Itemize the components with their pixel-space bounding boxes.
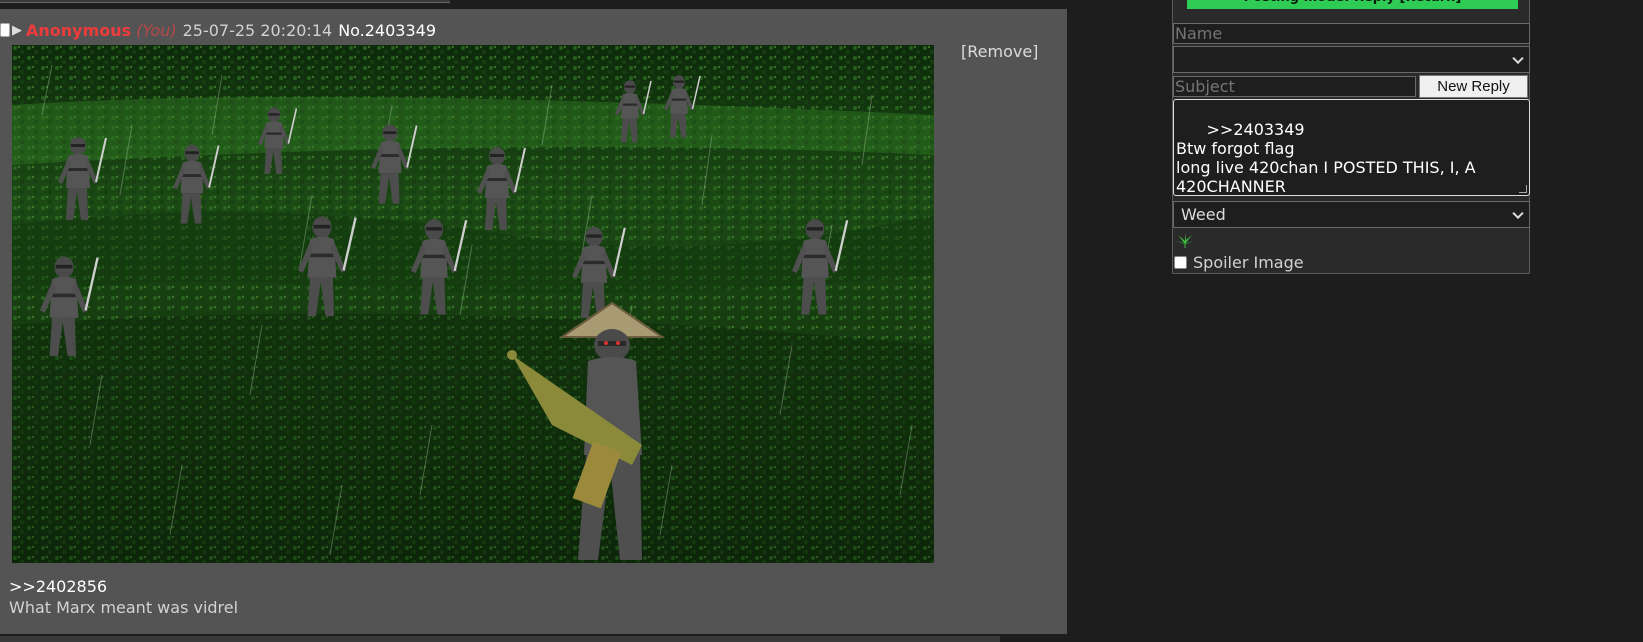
- posting-mode-banner: Posting mode: Reply [Return]: [1187, 0, 1518, 9]
- top-divider: [0, 0, 450, 3]
- spoiler-checkbox[interactable]: [1174, 255, 1187, 269]
- quick-reply-form: Posting mode: Reply [Return] New Reply >…: [1172, 0, 1530, 274]
- name-input[interactable]: [1173, 23, 1530, 44]
- post-number-link[interactable]: No.2403349: [338, 21, 436, 40]
- quote-link[interactable]: >>2402856: [9, 576, 238, 597]
- reply-post: ▶ Anonymous (You) 25-07-25 20:20:14 No.2…: [0, 9, 1067, 634]
- new-reply-button[interactable]: New Reply: [1419, 75, 1528, 98]
- post-datetime: 25-07-25 20:20:14: [182, 20, 333, 40]
- you-marker: (You): [136, 20, 177, 40]
- email-select[interactable]: [1173, 46, 1530, 73]
- flag-select[interactable]: Weed: [1173, 201, 1530, 228]
- message-textarea[interactable]: >>2403349 Btw forgot flag long live 420c…: [1173, 99, 1530, 196]
- post-body: >>2402856 What Marx meant was vidrel: [9, 576, 238, 618]
- message-text: >>2403349 Btw forgot flag long live 420c…: [1176, 120, 1476, 196]
- weed-leaf-icon: [1176, 233, 1194, 248]
- remove-button[interactable]: [Remove]: [961, 42, 1038, 61]
- thread-page: ▶ Anonymous (You) 25-07-25 20:20:14 No.2…: [0, 0, 1643, 642]
- poster-name: Anonymous: [26, 20, 132, 40]
- subject-input[interactable]: [1173, 76, 1416, 97]
- post-select-checkbox[interactable]: [0, 23, 10, 37]
- post-header: ▶ Anonymous (You) 25-07-25 20:20:14 No.2…: [0, 19, 436, 41]
- resize-handle-icon[interactable]: [1519, 185, 1527, 193]
- chevron-down-icon: [1512, 207, 1524, 219]
- flag-select-value: Weed: [1181, 205, 1226, 224]
- spoiler-label[interactable]: Spoiler Image: [1193, 253, 1304, 272]
- post-image[interactable]: [12, 45, 934, 563]
- post-menu-arrow-icon[interactable]: ▶: [12, 23, 22, 38]
- post-message: What Marx meant was vidrel: [9, 598, 239, 617]
- spoiler-row: Spoiler Image: [1173, 252, 1304, 272]
- chevron-down-icon: [1512, 52, 1524, 64]
- bottom-divider: [0, 636, 1000, 642]
